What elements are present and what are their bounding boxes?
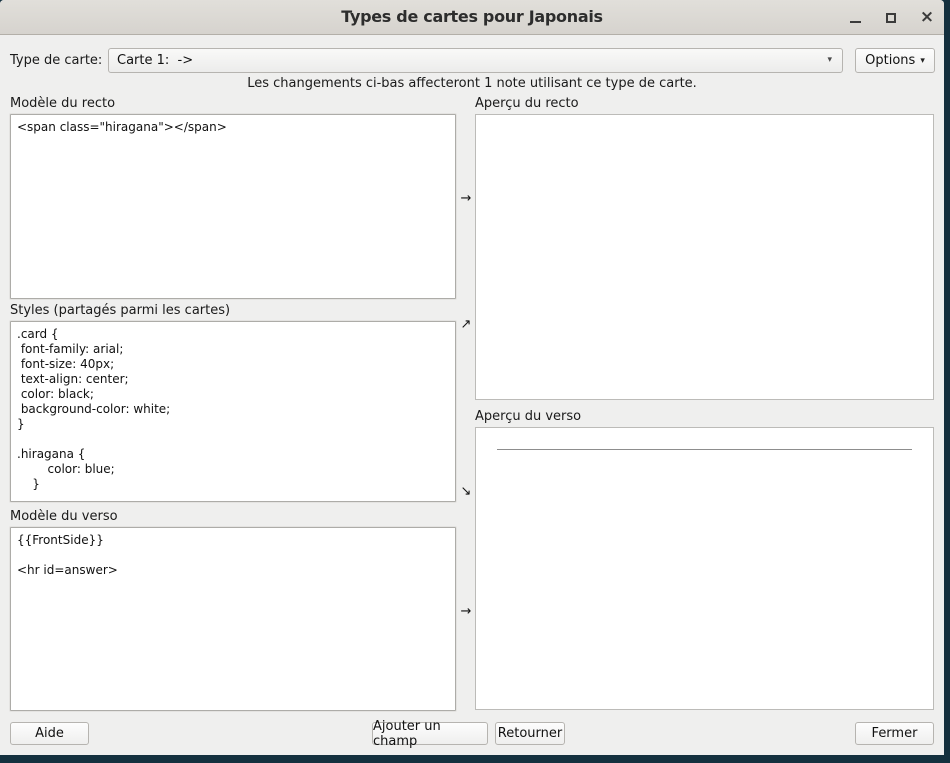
back-preview-pane bbox=[475, 427, 934, 710]
front-preview-label: Aperçu du recto bbox=[475, 96, 579, 111]
close-icon: × bbox=[920, 9, 934, 26]
back-arrow-icon: → bbox=[457, 604, 475, 619]
minimize-icon bbox=[850, 21, 861, 23]
style-down-arrow-icon: ↘ bbox=[457, 484, 475, 499]
style-up-arrow-icon: ↗ bbox=[457, 317, 475, 332]
menu-arrow-icon: ▾ bbox=[920, 56, 925, 66]
window-controls: × bbox=[846, 0, 936, 35]
close-dialog-button-label: Fermer bbox=[872, 726, 918, 741]
card-type-selected-value: Carte 1: -> bbox=[117, 53, 193, 68]
add-field-button-label: Ajouter un champ bbox=[373, 719, 487, 749]
front-preview-pane bbox=[475, 114, 934, 400]
window-title: Types de cartes pour Japonais bbox=[0, 7, 944, 26]
close-button[interactable]: × bbox=[918, 7, 936, 29]
help-button-label: Aide bbox=[35, 726, 64, 741]
back-template-label: Modèle du verso bbox=[10, 509, 118, 524]
card-type-select[interactable]: Carte 1: -> ▾ bbox=[108, 48, 843, 73]
maximize-button[interactable] bbox=[882, 7, 900, 29]
flip-button[interactable]: Retourner bbox=[495, 722, 565, 745]
styling-editor[interactable]: .card { font-family: arial; font-size: 4… bbox=[10, 321, 456, 502]
answer-divider bbox=[497, 449, 912, 450]
card-types-dialog: Types de cartes pour Japonais × Type de … bbox=[0, 0, 944, 755]
help-button[interactable]: Aide bbox=[10, 722, 89, 745]
back-preview-label: Aperçu du verso bbox=[475, 409, 581, 424]
options-button-label: Options bbox=[865, 53, 915, 68]
flip-button-label: Retourner bbox=[498, 726, 562, 741]
front-template-label: Modèle du recto bbox=[10, 96, 115, 111]
titlebar[interactable]: Types de cartes pour Japonais × bbox=[0, 0, 944, 35]
maximize-icon bbox=[886, 13, 896, 23]
add-field-button[interactable]: Ajouter un champ bbox=[372, 722, 488, 745]
front-arrow-icon: → bbox=[457, 191, 475, 206]
styling-label: Styles (partagés parmi les cartes) bbox=[10, 303, 230, 318]
affected-notes-notice: Les changements ci-bas affecteront 1 not… bbox=[0, 76, 944, 91]
card-type-label: Type de carte: bbox=[10, 53, 102, 68]
back-template-editor[interactable]: {{FrontSide}} <hr id=answer> bbox=[10, 527, 456, 711]
chevron-down-icon: ▾ bbox=[827, 55, 832, 65]
close-dialog-button[interactable]: Fermer bbox=[855, 722, 934, 745]
minimize-button[interactable] bbox=[846, 7, 864, 29]
options-button[interactable]: Options ▾ bbox=[855, 48, 935, 73]
front-template-editor[interactable]: <span class="hiragana"></span> bbox=[10, 114, 456, 299]
